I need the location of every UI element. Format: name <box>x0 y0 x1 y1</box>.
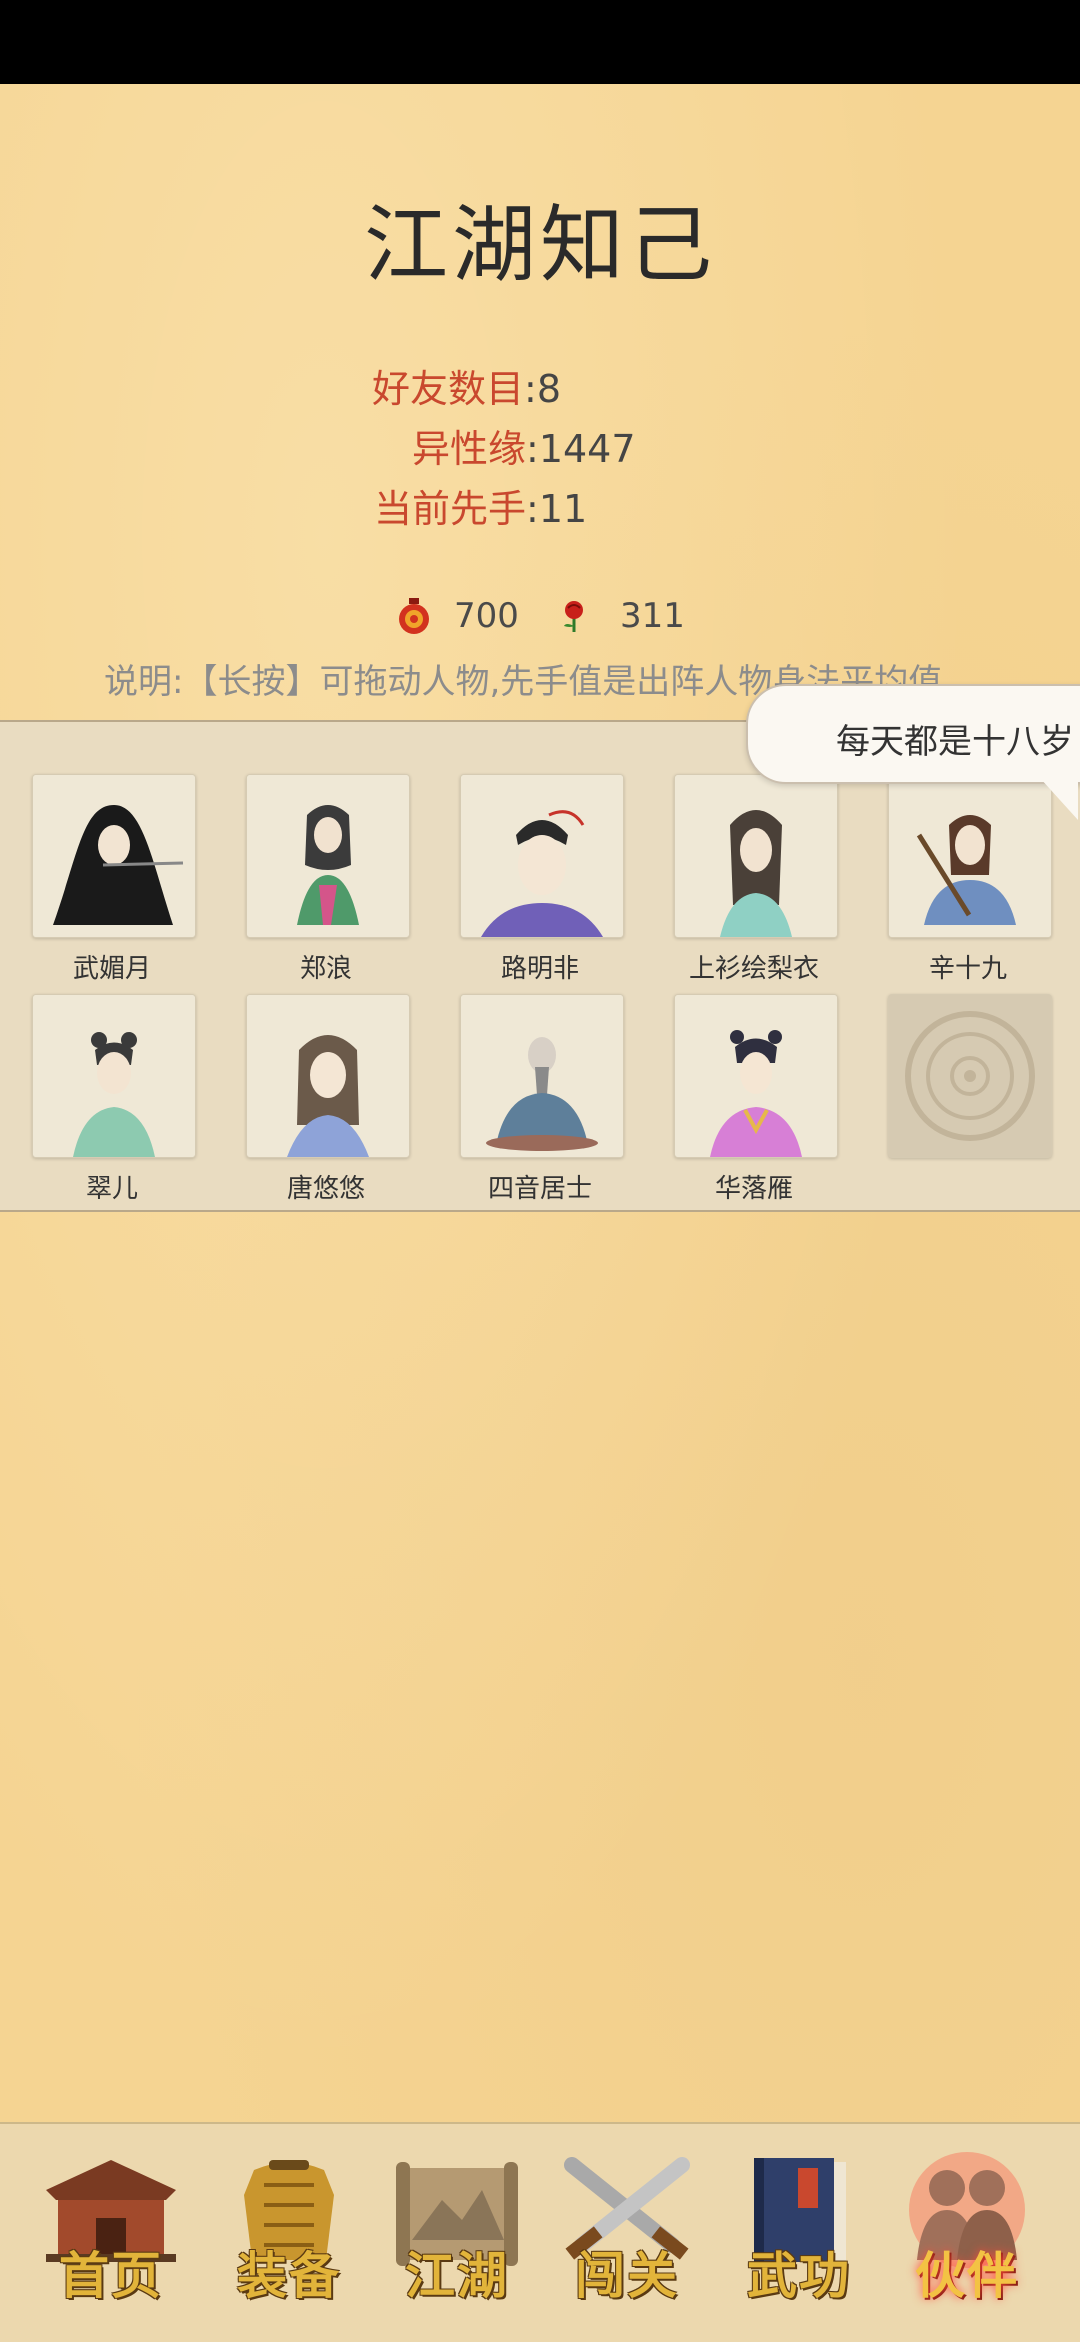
character-card[interactable] <box>888 774 1052 938</box>
character-name: 路明非 <box>500 954 579 984</box>
rose-icon <box>564 601 583 632</box>
gourd-resource: 700 <box>394 596 519 636</box>
portrait-hua-luoyan <box>675 995 837 1157</box>
stat-label: 好友数目 <box>372 367 525 411</box>
character-card[interactable] <box>32 994 196 1158</box>
stat-value: :1447 <box>526 427 636 471</box>
character-card[interactable] <box>460 774 624 938</box>
tab-jianghu-label: 江湖 <box>405 2246 509 2305</box>
tab-jianghu[interactable]: 江湖 <box>382 2150 532 2310</box>
tab-challenge-label: 闯关 <box>575 2246 679 2305</box>
tab-equipment[interactable]: 装备 <box>214 2150 364 2310</box>
portrait-lu-mingfei <box>461 775 623 937</box>
portrait-zheng-lang <box>247 775 409 937</box>
rose-value: 311 <box>620 596 685 636</box>
portrait-siyin-jushi <box>461 995 623 1157</box>
portrait-tang-youyou <box>247 995 409 1157</box>
page-title: 江湖知己 <box>363 196 716 294</box>
portrait-shangshan-eriyi <box>675 775 837 937</box>
tab-partners[interactable]: 伙伴 <box>892 2150 1042 2310</box>
character-card[interactable] <box>246 994 410 1158</box>
character-card[interactable] <box>674 994 838 1158</box>
tab-challenge[interactable]: 闯关 <box>552 2150 702 2310</box>
character-card[interactable] <box>32 774 196 938</box>
tab-martial-arts[interactable]: 武功 <box>724 2150 874 2310</box>
gourd-value: 700 <box>454 596 519 636</box>
character-name: 华落雁 <box>714 1174 793 1204</box>
character-name: 郑浪 <box>299 954 352 984</box>
character-name: 武媚月 <box>72 954 151 984</box>
empty-partner-slot[interactable] <box>888 994 1052 1158</box>
tab-home-label: 首页 <box>59 2246 163 2305</box>
character-name: 翠儿 <box>85 1174 138 1204</box>
stat-value: :8 <box>524 367 561 411</box>
tab-partners-label: 伙伴 <box>915 2246 1019 2305</box>
character-card[interactable] <box>246 774 410 938</box>
character-card[interactable] <box>460 994 624 1158</box>
character-card[interactable] <box>674 774 838 938</box>
character-name: 四音居士 <box>487 1174 592 1204</box>
speech-bubble-tail <box>1040 778 1078 820</box>
stat-label: 当前先手 <box>374 487 527 531</box>
character-name: 辛十九 <box>928 954 1007 984</box>
tab-home[interactable]: 首页 <box>36 2150 186 2310</box>
character-name: 上衫绘梨衣 <box>688 954 819 984</box>
character-name: 唐悠悠 <box>286 1174 365 1204</box>
speech-bubble-text: 每天都是十八岁 <box>836 722 1074 762</box>
bronze-seal-icon <box>889 995 1051 1157</box>
stat-friends: 好友数目:8 <box>372 358 561 413</box>
status-bar <box>0 0 1080 84</box>
stat-charm: 异性缘:1447 <box>412 418 636 473</box>
red-gourd-icon <box>399 598 429 634</box>
portrait-wu-meiyue <box>33 775 195 937</box>
tab-martial-arts-label: 武功 <box>747 2246 851 2305</box>
stat-label: 异性缘 <box>412 427 527 471</box>
tab-equipment-label: 装备 <box>237 2246 341 2305</box>
stat-value: :11 <box>526 487 588 531</box>
stat-initiative: 当前先手:11 <box>374 478 587 533</box>
portrait-cui-er <box>33 995 195 1157</box>
speech-bubble: 每天都是十八岁 <box>746 684 1080 784</box>
rose-resource: 311 <box>556 596 685 636</box>
portrait-xin-shijiu <box>889 775 1051 937</box>
